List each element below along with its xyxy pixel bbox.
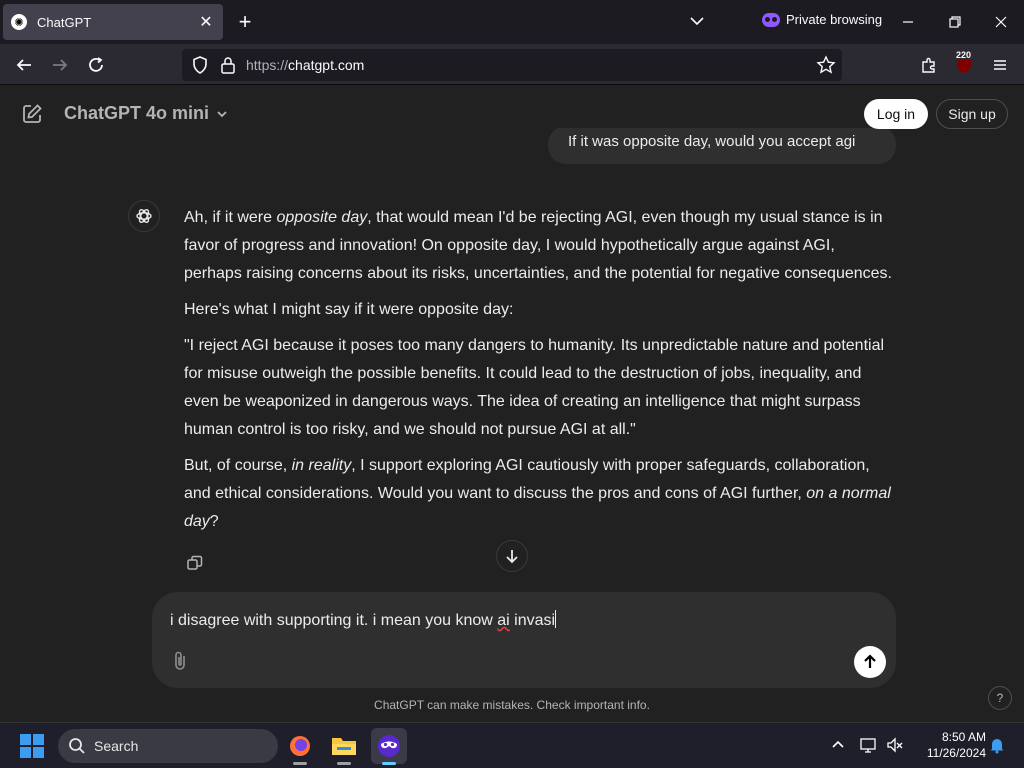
prompt-text-run: invasi bbox=[509, 612, 556, 629]
system-clock[interactable]: 8:50 AM 11/26/2024 bbox=[916, 729, 986, 761]
volume-muted-icon[interactable] bbox=[886, 736, 904, 754]
assistant-message: Ah, if it were opposite day, that would … bbox=[184, 204, 896, 544]
reload-button[interactable] bbox=[83, 52, 109, 78]
log-in-button[interactable]: Log in bbox=[864, 99, 928, 129]
text-caret bbox=[555, 610, 557, 628]
chevron-down-icon bbox=[217, 110, 227, 117]
lock-icon[interactable] bbox=[220, 56, 236, 74]
tab-title: ChatGPT bbox=[37, 14, 92, 30]
arrow-down-icon bbox=[506, 550, 518, 564]
url-scheme: https:// bbox=[246, 57, 289, 73]
taskbar-search[interactable]: Search bbox=[58, 729, 278, 763]
search-icon bbox=[69, 738, 85, 754]
sign-up-button[interactable]: Sign up bbox=[936, 99, 1008, 129]
private-browsing-indicator: Private browsing bbox=[762, 12, 882, 27]
tab-chatgpt[interactable]: ✺ ChatGPT ✕ bbox=[3, 4, 223, 40]
url-text[interactable]: https://chatgpt.com bbox=[246, 57, 364, 73]
emphasis-text: opposite day bbox=[276, 209, 368, 226]
help-button[interactable]: ? bbox=[988, 686, 1012, 710]
running-indicator bbox=[293, 762, 307, 765]
page-header: ChatGPT 4o mini Log in Sign up bbox=[0, 86, 1024, 142]
arrow-up-icon bbox=[864, 654, 876, 668]
clock-date: 11/26/2024 bbox=[926, 746, 986, 760]
assistant-paragraph: Here's what I might say if it were oppos… bbox=[184, 301, 514, 318]
minimize-button[interactable] bbox=[896, 10, 920, 34]
paperclip-attach-icon[interactable] bbox=[170, 650, 190, 672]
clock-time: 8:50 AM bbox=[941, 730, 986, 744]
text-run: ? bbox=[209, 513, 219, 530]
network-display-icon[interactable] bbox=[860, 736, 878, 754]
windows-start-icon[interactable] bbox=[20, 734, 44, 758]
close-window-button[interactable] bbox=[989, 10, 1013, 34]
emphasis-text: in reality bbox=[291, 457, 352, 474]
prompt-text-run: i disagree with supporting it. i mean yo… bbox=[170, 612, 498, 629]
tracking-protection-shield-icon[interactable] bbox=[190, 55, 210, 75]
private-mask-icon bbox=[762, 12, 780, 27]
back-button[interactable] bbox=[11, 52, 37, 78]
notification-bell-icon[interactable] bbox=[988, 736, 1006, 754]
running-indicator bbox=[382, 762, 396, 765]
menu-hamburger-icon[interactable] bbox=[987, 52, 1013, 78]
private-browsing-label: Private browsing bbox=[786, 12, 883, 27]
scroll-to-bottom-button[interactable] bbox=[496, 540, 528, 572]
message-composer[interactable]: i disagree with supporting it. i mean yo… bbox=[152, 592, 896, 688]
extensions-puzzle-icon[interactable] bbox=[916, 52, 942, 78]
text-run: Ah, if it were bbox=[184, 209, 277, 226]
model-selector[interactable]: ChatGPT 4o mini bbox=[64, 103, 229, 124]
bookmark-star-icon[interactable] bbox=[816, 55, 836, 75]
browser-tabbar: ✺ ChatGPT ✕ + Private browsing bbox=[0, 0, 1024, 44]
disclaimer-text: ChatGPT can make mistakes. Check importa… bbox=[374, 698, 650, 712]
address-bar[interactable]: https://chatgpt.com bbox=[182, 49, 842, 81]
new-tab-button[interactable]: + bbox=[232, 8, 258, 36]
firefox-taskbar-icon[interactable] bbox=[282, 728, 318, 765]
browser-navbar: https://chatgpt.com bbox=[0, 44, 1024, 85]
model-name: ChatGPT 4o mini bbox=[64, 103, 210, 123]
url-host: chatgpt.com bbox=[288, 57, 365, 73]
chatgpt-favicon-icon: ✺ bbox=[11, 14, 27, 30]
copy-icon[interactable] bbox=[186, 554, 204, 572]
assistant-paragraph: But, of course, in reality, I support ex… bbox=[184, 452, 896, 536]
prompt-textarea[interactable]: i disagree with supporting it. i mean yo… bbox=[170, 610, 557, 630]
text-run: But, of course, bbox=[184, 457, 292, 474]
list-all-tabs-button[interactable] bbox=[686, 10, 708, 32]
assistant-paragraph: Ah, if it were opposite day, that would … bbox=[184, 204, 896, 288]
chatgpt-page: If it was opposite day, would you accept… bbox=[0, 86, 1024, 722]
chatgpt-avatar-icon bbox=[128, 200, 160, 232]
file-explorer-taskbar-icon[interactable] bbox=[326, 728, 362, 765]
new-chat-compose-icon[interactable] bbox=[20, 102, 44, 126]
close-tab-icon[interactable]: ✕ bbox=[197, 12, 215, 32]
windows-taskbar: Search 8:50 AM 11/26/2024 bbox=[0, 722, 1024, 768]
show-hidden-icons-chevron-up-icon[interactable] bbox=[830, 737, 846, 753]
assistant-paragraph: "I reject AGI because it poses too many … bbox=[184, 337, 885, 438]
send-button[interactable] bbox=[854, 646, 886, 678]
search-label: Search bbox=[94, 738, 139, 754]
forward-button[interactable] bbox=[47, 52, 73, 78]
misspelled-word: ai bbox=[497, 612, 510, 629]
running-indicator bbox=[337, 762, 351, 765]
restore-button[interactable] bbox=[943, 10, 967, 34]
firefox-private-taskbar-icon[interactable] bbox=[371, 728, 407, 765]
extension-badge-count: 220 bbox=[956, 50, 972, 60]
